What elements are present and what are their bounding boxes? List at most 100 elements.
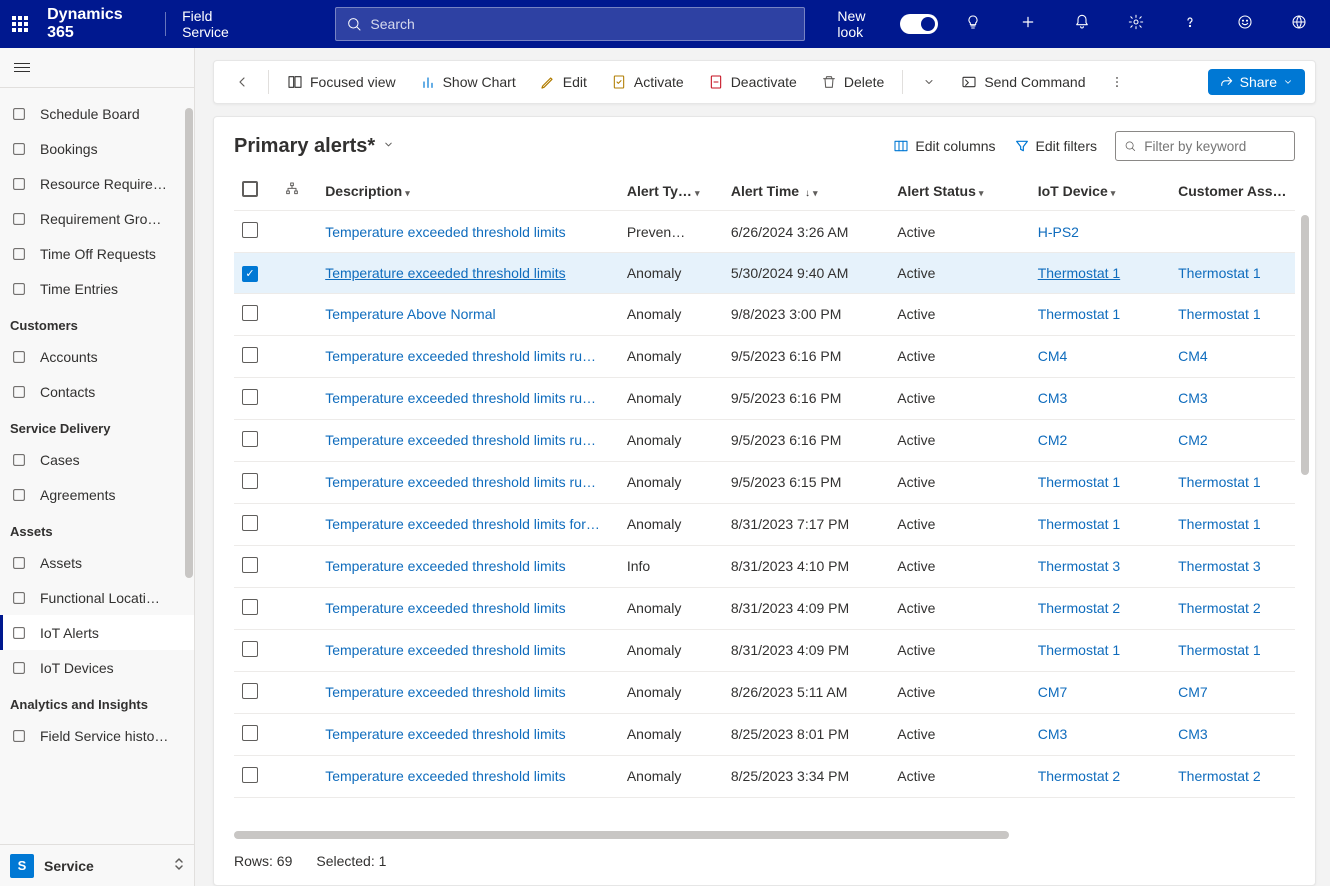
device-link[interactable]: CM3 [1038,726,1068,742]
lightbulb-icon[interactable] [954,14,992,35]
keyword-filter-input[interactable] [1144,139,1286,154]
row-checkbox[interactable] [242,599,258,615]
col-customer-asset[interactable]: Customer Asset▾ [1170,171,1295,211]
row-checkbox[interactable] [242,222,258,238]
device-link[interactable]: Thermostat 1 [1038,642,1120,658]
area-switcher[interactable]: S Service [0,844,194,886]
deactivate-button[interactable]: Deactivate [698,68,807,96]
sidebar-collapse[interactable] [0,48,194,88]
asset-link[interactable]: Thermostat 1 [1178,474,1260,490]
table-row[interactable]: Temperature exceeded threshold limits ru… [234,377,1295,419]
col-select[interactable] [234,171,276,211]
description-link[interactable]: Temperature exceeded threshold limits [325,726,565,742]
col-alert-status[interactable]: Alert Status▾ [889,171,1029,211]
gear-icon[interactable] [1117,14,1155,35]
delete-split-chevron[interactable] [911,68,947,96]
description-link[interactable]: Temperature exceeded threshold limits ru… [325,432,596,448]
table-row[interactable]: Temperature exceeded threshold limits ru… [234,335,1295,377]
device-link[interactable]: Thermostat 3 [1038,558,1120,574]
share-button[interactable]: Share [1208,69,1305,95]
description-link[interactable]: Temperature exceeded threshold limits [325,768,565,784]
description-link[interactable]: Temperature exceeded threshold limits ru… [325,348,596,364]
row-checkbox[interactable] [242,347,258,363]
asset-link[interactable]: CM7 [1178,684,1208,700]
description-link[interactable]: Temperature exceeded threshold limits fo… [325,516,600,532]
device-link[interactable]: CM3 [1038,390,1068,406]
table-row[interactable]: Temperature exceeded threshold limitsAno… [234,671,1295,713]
device-link[interactable]: Thermostat 1 [1038,474,1120,490]
device-link[interactable]: Thermostat 1 [1038,265,1120,281]
sidebar-item-functional-locati-[interactable]: Functional Locati… [0,580,194,615]
new-look-toggle[interactable] [900,14,938,34]
description-link[interactable]: Temperature Above Normal [325,306,495,322]
table-row[interactable]: Temperature exceeded threshold limitsAno… [234,587,1295,629]
asset-link[interactable]: Thermostat 2 [1178,768,1260,784]
sidebar-item-requirement-gro-[interactable]: Requirement Gro… [0,201,194,236]
smile-icon[interactable] [1226,14,1264,35]
table-row[interactable]: Temperature exceeded threshold limitsAno… [234,713,1295,755]
device-link[interactable]: CM2 [1038,432,1068,448]
row-checkbox[interactable] [242,515,258,531]
sidebar-item-field-service-histo-[interactable]: Field Service histo… [0,718,194,753]
description-link[interactable]: Temperature exceeded threshold limits [325,224,565,240]
asset-link[interactable]: Thermostat 1 [1178,265,1260,281]
sidebar-item-schedule-board[interactable]: Schedule Board [0,96,194,131]
sidebar-item-resource-require-[interactable]: Resource Require… [0,166,194,201]
device-link[interactable]: CM4 [1038,348,1068,364]
row-checkbox[interactable] [242,473,258,489]
edit-columns-button[interactable]: Edit columns [893,138,995,154]
send-command-button[interactable]: Send Command [951,68,1095,96]
activate-button[interactable]: Activate [601,68,694,96]
asset-link[interactable]: Thermostat 2 [1178,600,1260,616]
grid-horizontal-scrollbar[interactable] [234,831,1295,845]
asset-link[interactable]: Thermostat 1 [1178,306,1260,322]
col-alert-time[interactable]: Alert Time ↓▾ [723,171,889,211]
table-row[interactable]: Temperature exceeded threshold limits ru… [234,419,1295,461]
table-row[interactable]: Temperature exceeded threshold limitsAno… [234,755,1295,797]
row-checkbox[interactable] [242,725,258,741]
table-row[interactable]: Temperature exceeded threshold limitsAno… [234,629,1295,671]
sidebar-item-contacts[interactable]: Contacts [0,374,194,409]
focused-view-button[interactable]: Focused view [277,68,406,96]
bell-icon[interactable] [1063,14,1101,35]
sidebar-item-bookings[interactable]: Bookings [0,131,194,166]
description-link[interactable]: Temperature exceeded threshold limits [325,265,565,281]
device-link[interactable]: CM7 [1038,684,1068,700]
back-button[interactable] [224,68,260,96]
row-checkbox[interactable] [242,389,258,405]
asset-link[interactable]: Thermostat 1 [1178,642,1260,658]
sidebar-item-cases[interactable]: Cases [0,442,194,477]
col-alert-type[interactable]: Alert Ty…▾ [619,171,723,211]
select-all-checkbox[interactable] [242,181,258,197]
overflow-button[interactable] [1099,68,1135,96]
sidebar-item-iot-alerts[interactable]: IoT Alerts [0,615,194,650]
table-row[interactable]: Temperature exceeded threshold limits ru… [234,461,1295,503]
global-search[interactable] [335,7,805,41]
description-link[interactable]: Temperature exceeded threshold limits [325,642,565,658]
sidebar-scrollbar[interactable] [184,88,194,608]
sidebar-item-agreements[interactable]: Agreements [0,477,194,512]
description-link[interactable]: Temperature exceeded threshold limits [325,684,565,700]
description-link[interactable]: Temperature exceeded threshold limits [325,558,565,574]
sidebar-item-iot-devices[interactable]: IoT Devices [0,650,194,685]
device-link[interactable]: H-PS2 [1038,224,1079,240]
asset-link[interactable]: CM3 [1178,726,1208,742]
description-link[interactable]: Temperature exceeded threshold limits ru… [325,474,596,490]
search-input[interactable] [370,16,794,32]
sidebar-item-accounts[interactable]: Accounts [0,339,194,374]
sidebar-item-time-off-requests[interactable]: Time Off Requests [0,236,194,271]
plus-icon[interactable] [1009,14,1047,35]
grid-vertical-scrollbar[interactable] [1301,215,1311,780]
table-row[interactable]: Temperature exceeded threshold limits fo… [234,503,1295,545]
row-checkbox[interactable] [242,557,258,573]
sidebar-item-assets[interactable]: Assets [0,545,194,580]
device-link[interactable]: Thermostat 2 [1038,768,1120,784]
asset-link[interactable]: Thermostat 1 [1178,516,1260,532]
row-checkbox[interactable] [242,431,258,447]
module-label[interactable]: Field Service [182,8,259,40]
asset-link[interactable]: Thermostat 3 [1178,558,1260,574]
table-row[interactable]: Temperature exceeded threshold limitsPre… [234,211,1295,253]
asset-link[interactable]: CM2 [1178,432,1208,448]
app-launcher-icon[interactable] [12,14,31,34]
delete-button[interactable]: Delete [811,68,894,96]
